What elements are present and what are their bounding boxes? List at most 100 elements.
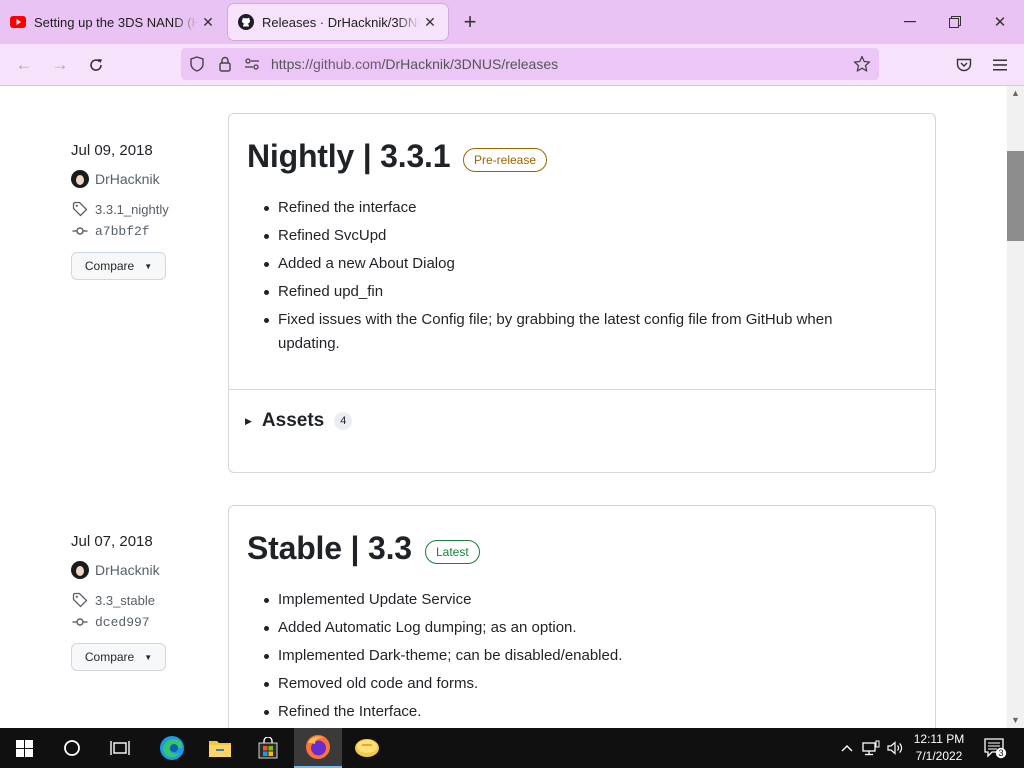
url-text[interactable]: https://github.com/DrHacknik/3DNUS/relea… (271, 56, 558, 72)
list-item: Refined the interface (264, 196, 898, 220)
bookmark-star-icon[interactable] (853, 55, 871, 73)
tag-icon (71, 200, 89, 218)
firefox-icon[interactable] (294, 728, 342, 768)
reload-icon[interactable] (83, 52, 109, 78)
url-path: /DrHacknik/3DNUS/releases (381, 56, 559, 72)
back-icon[interactable]: ← (11, 52, 37, 78)
release-tag[interactable]: 3.3_stable (71, 589, 211, 611)
scroll-thumb[interactable] (1007, 151, 1024, 241)
list-item: Refined SvcUpd (264, 224, 898, 248)
tab-youtube[interactable]: Setting up the 3DS NAND (Home ✕ (0, 4, 226, 40)
tag-name[interactable]: 3.3.1_nightly (95, 202, 169, 217)
release-tag[interactable]: 3.3.1_nightly (71, 198, 211, 220)
release-notes: Implemented Update Service Added Automat… (264, 588, 898, 728)
notification-count: 3 (998, 748, 1003, 758)
caret-down-icon: ▼ (144, 652, 153, 662)
list-item: Implemented Dark-theme; can be disabled/… (264, 644, 898, 668)
list-item: Added a new About Dialog (264, 252, 898, 276)
url-scheme: https:// (271, 56, 314, 72)
scroll-down-icon[interactable]: ▼ (1007, 713, 1024, 727)
list-item: Fixed issues with the Config file; by gr… (264, 308, 898, 356)
coin-app-icon[interactable] (342, 728, 392, 768)
avatar (71, 561, 89, 579)
task-view-icon[interactable] (96, 728, 144, 768)
release-commit[interactable]: dced997 (71, 611, 211, 633)
file-explorer-icon[interactable] (196, 728, 244, 768)
system-clock[interactable]: 12:11 PM 7/1/2022 (903, 731, 975, 765)
release-title[interactable]: Stable | 3.3 (247, 530, 412, 567)
new-tab-button[interactable]: + (458, 9, 482, 34)
release-notes: Refined the interface Refined SvcUpd Add… (264, 196, 898, 360)
address-bar[interactable]: https://github.com/DrHacknik/3DNUS/relea… (181, 48, 879, 80)
disclosure-triangle-icon: ▶ (245, 415, 252, 426)
tag-icon (71, 591, 89, 609)
notification-center-icon[interactable]: 3 (980, 728, 1010, 768)
commit-icon (71, 613, 89, 631)
commit-sha[interactable]: a7bbf2f (95, 224, 150, 239)
release-date: Jul 09, 2018 (71, 142, 153, 159)
close-tab-icon[interactable]: ✕ (420, 12, 440, 32)
youtube-icon (10, 14, 26, 30)
edge-icon[interactable] (148, 728, 196, 768)
windows-start-icon[interactable] (0, 728, 48, 768)
assets-count: 4 (334, 412, 353, 430)
compare-button[interactable]: Compare ▼ (71, 643, 166, 671)
release-author[interactable]: DrHacknik (71, 559, 211, 581)
search-icon[interactable] (48, 728, 96, 768)
store-icon[interactable] (244, 728, 292, 768)
assets-label: Assets (261, 410, 325, 431)
scroll-up-icon[interactable]: ▲ (1007, 86, 1024, 100)
tag-name[interactable]: 3.3_stable (95, 593, 155, 608)
release-card: Stable | 3.3 Latest Implemented Update S… (228, 505, 936, 728)
latest-badge: Latest (425, 540, 480, 564)
avatar (71, 170, 89, 188)
commit-sha[interactable]: dced997 (95, 615, 150, 630)
page-content: Jul 09, 2018 DrHacknik 3.3.1_nightly a7b… (0, 86, 1007, 728)
release-title[interactable]: Nightly | 3.3.1 (247, 138, 451, 175)
tab-github-releases[interactable]: Releases · DrHacknik/3DNUS · GitHub ✕ (228, 4, 448, 40)
release-date: Jul 07, 2018 (71, 533, 153, 550)
tab-strip: Setting up the 3DS NAND (Home ✕ Releases… (0, 0, 1024, 44)
github-icon (238, 14, 254, 30)
author-name[interactable]: DrHacknik (95, 562, 160, 578)
lock-icon[interactable] (216, 55, 234, 73)
list-item: Removed old code and forms. (264, 672, 898, 696)
shield-icon[interactable] (188, 55, 206, 73)
release-commit[interactable]: a7bbf2f (71, 220, 211, 242)
menu-icon[interactable] (987, 52, 1013, 78)
close-window-button[interactable]: ✕ (985, 8, 1015, 36)
divider (229, 389, 935, 390)
compare-button[interactable]: Compare ▼ (71, 252, 166, 280)
taskbar: 12:11 PM 7/1/2022 3 (0, 728, 1024, 768)
tab-title: Setting up the 3DS NAND (Home (34, 14, 198, 30)
tab-title: Releases · DrHacknik/3DNUS · GitHub (262, 14, 420, 30)
release-author[interactable]: DrHacknik (71, 168, 211, 190)
clock-date: 7/1/2022 (915, 749, 963, 763)
restore-button[interactable] (940, 8, 970, 36)
network-icon[interactable] (860, 728, 882, 768)
navigation-toolbar: ← → https://github.com/DrHacknik/3DNUS/r… (0, 44, 1024, 86)
list-item: Implemented Update Service (264, 588, 898, 612)
pre-release-badge: Pre-release (463, 148, 548, 172)
list-item: Added Automatic Log dumping; as an optio… (264, 616, 898, 640)
compare-label: Compare (84, 650, 135, 664)
assets-toggle[interactable]: ▶ Assets 4 (245, 410, 353, 432)
forward-icon[interactable]: → (47, 52, 73, 78)
pocket-icon[interactable] (951, 52, 977, 78)
caret-down-icon: ▼ (144, 261, 153, 271)
minimize-button[interactable] (895, 8, 925, 36)
release-meta: Jul 09, 2018 DrHacknik 3.3.1_nightly a7b… (71, 142, 211, 280)
list-item: Refined upd_fin (264, 280, 898, 304)
chevron-up-icon[interactable] (836, 728, 858, 768)
vertical-scrollbar[interactable]: ▲ ▼ (1007, 86, 1024, 728)
permissions-icon[interactable] (243, 55, 261, 73)
commit-icon (71, 222, 89, 240)
author-name[interactable]: DrHacknik (95, 171, 160, 187)
clock-time: 12:11 PM (913, 732, 965, 746)
list-item: Refined the Interface. (264, 700, 898, 724)
close-tab-icon[interactable]: ✕ (198, 12, 218, 32)
compare-label: Compare (84, 259, 135, 273)
url-host: github.com (313, 56, 382, 72)
release-card: Nightly | 3.3.1 Pre-release Refined the … (228, 113, 936, 473)
release-meta: Jul 07, 2018 DrHacknik 3.3_stable dced99… (71, 533, 211, 671)
